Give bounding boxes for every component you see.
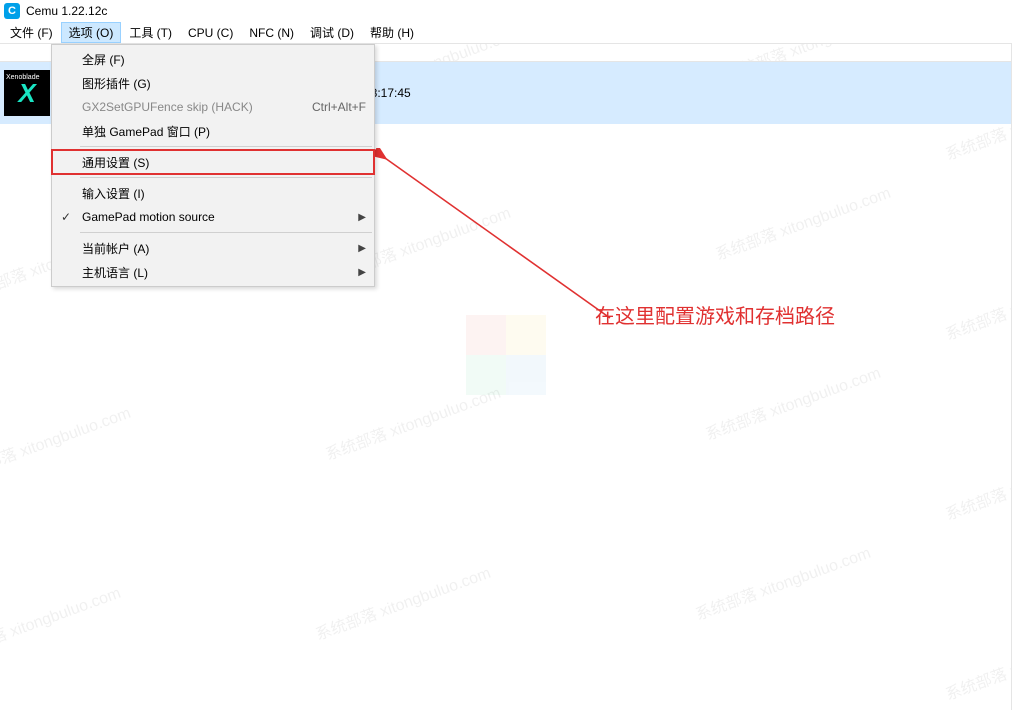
dd-console-language[interactable]: 主机语言 (L) ▶	[52, 260, 374, 284]
game-icon-x: X	[18, 78, 35, 109]
dropdown-item-label: 单独 GamePad 窗口 (P)	[82, 123, 210, 140]
dropdown-item-label: GamePad motion source	[82, 210, 215, 224]
dropdown-item-label: 当前帐户 (A)	[82, 240, 149, 257]
game-icon: Xenoblade X	[4, 70, 50, 116]
dd-gamepad-window[interactable]: 单独 GamePad 窗口 (P)	[52, 119, 374, 143]
submenu-arrow-icon: ▶	[358, 243, 366, 254]
menu-nfc[interactable]: NFC (N)	[241, 22, 302, 43]
submenu-arrow-icon: ▶	[358, 212, 366, 223]
dd-input-settings[interactable]: 输入设置 (I)	[52, 181, 374, 205]
dropdown-item-label: GX2SetGPUFence skip (HACK)	[82, 100, 253, 114]
dropdown-item-label: 通用设置 (S)	[82, 154, 149, 171]
menu-cpu[interactable]: CPU (C)	[180, 22, 241, 43]
dropdown-separator	[80, 146, 372, 147]
options-dropdown: 全屏 (F) 图形插件 (G) GX2SetGPUFence skip (HACK)…	[51, 44, 375, 287]
dd-motion-source[interactable]: GamePad motion source ▶	[52, 205, 374, 229]
dd-graphics-plugin[interactable]: 图形插件 (G)	[52, 71, 374, 95]
app-icon: C	[4, 3, 20, 19]
dd-fullscreen[interactable]: 全屏 (F)	[52, 47, 374, 71]
shortcut-label: Ctrl+Alt+F	[312, 100, 366, 114]
menu-options[interactable]: 选项 (O)	[61, 22, 122, 43]
menubar: 文件 (F)选项 (O)工具 (T)CPU (C)NFC (N)调试 (D)帮助…	[0, 22, 1012, 44]
dd-current-account[interactable]: 当前帐户 (A) ▶	[52, 236, 374, 260]
dropdown-item-label: 图形插件 (G)	[82, 75, 151, 92]
dd-general-settings[interactable]: 通用设置 (S)	[52, 150, 374, 174]
dropdown-separator	[80, 177, 372, 178]
menu-tools[interactable]: 工具 (T)	[121, 22, 180, 43]
dd-gx2fence: GX2SetGPUFence skip (HACK) Ctrl+Alt+F	[52, 95, 374, 119]
annotation-text: 在这里配置游戏和存档路径	[595, 300, 835, 329]
menu-debug[interactable]: 调试 (D)	[302, 22, 362, 43]
titlebar: C Cemu 1.22.12c	[0, 0, 1012, 22]
dropdown-item-label: 主机语言 (L)	[82, 264, 148, 281]
menu-file[interactable]: 文件 (F)	[2, 22, 61, 43]
dropdown-separator	[80, 232, 372, 233]
submenu-arrow-icon: ▶	[358, 267, 366, 278]
dropdown-item-label: 全屏 (F)	[82, 51, 125, 68]
dropdown-item-label: 输入设置 (I)	[82, 185, 145, 202]
window-title: Cemu 1.22.12c	[26, 4, 107, 18]
menu-help[interactable]: 帮助 (H)	[362, 22, 422, 43]
